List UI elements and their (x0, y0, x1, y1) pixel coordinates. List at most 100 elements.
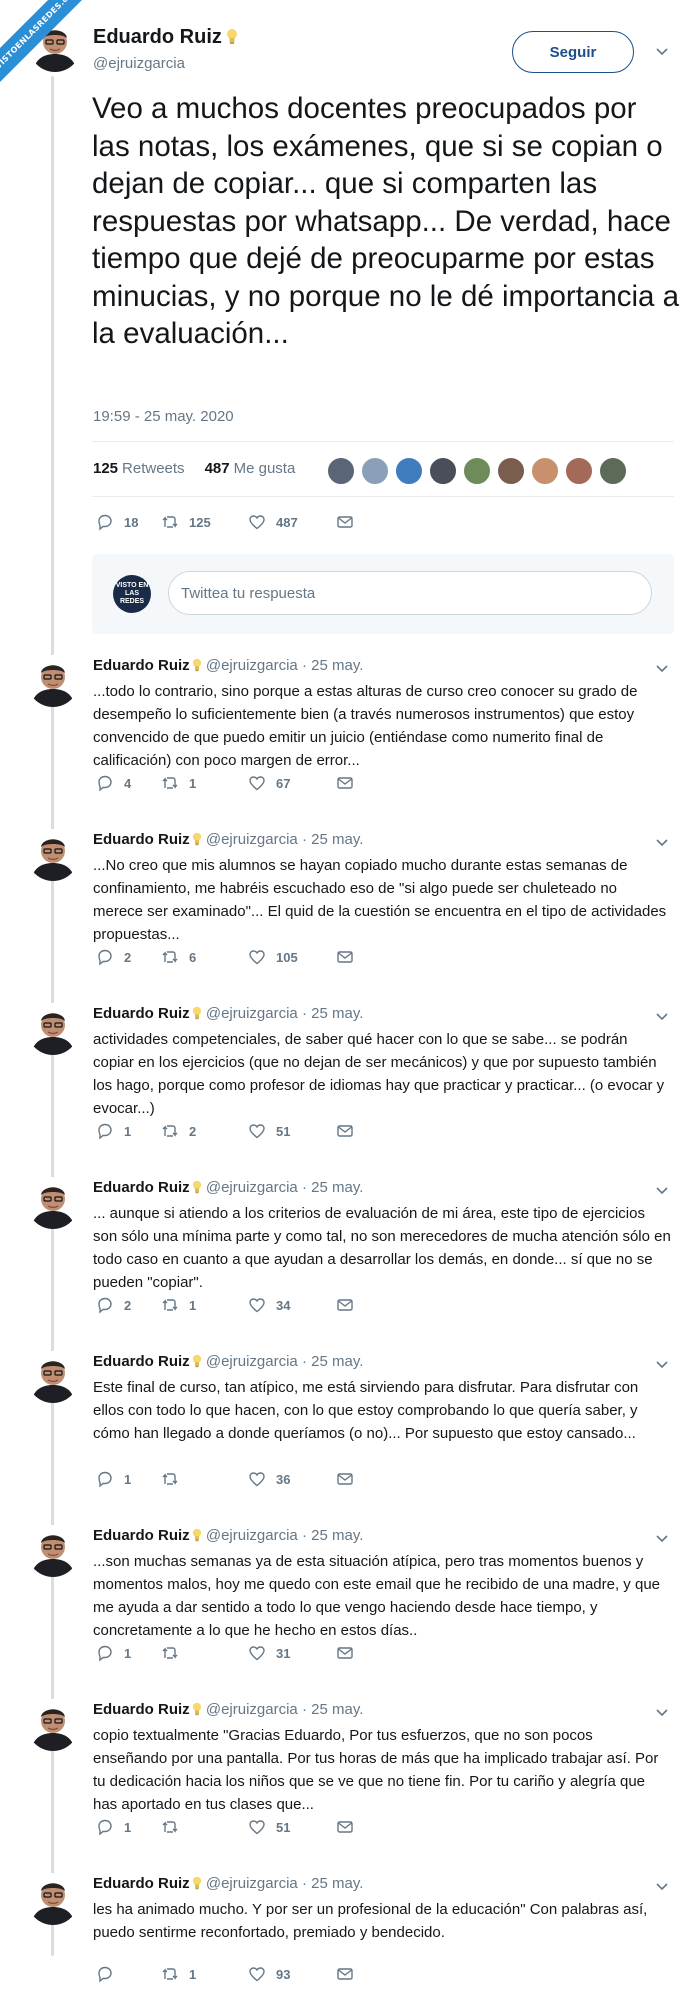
reply-button[interactable]: 4 (96, 774, 161, 792)
reply-button[interactable] (96, 1965, 161, 1983)
reply-button[interactable]: 1 (96, 1818, 161, 1836)
author-name[interactable]: Eduardo Ruiz (93, 1701, 190, 1718)
retweet-button[interactable]: 1 (161, 1965, 248, 1983)
caret-down-icon[interactable] (656, 1535, 668, 1543)
author-name[interactable]: Eduardo Ruiz (93, 1005, 190, 1022)
author-handle[interactable]: @ejruizgarcia (206, 1353, 298, 1370)
reply-button[interactable]: 18 (96, 513, 161, 531)
author-handle[interactable]: @ejruizgarcia (93, 55, 185, 72)
retweet-button[interactable]: 2 (161, 1122, 248, 1140)
author-handle[interactable]: @ejruizgarcia (206, 1179, 298, 1196)
message-button[interactable] (336, 513, 354, 531)
like-icon (249, 1472, 265, 1487)
reply-date[interactable]: 25 may. (311, 1179, 363, 1196)
avatar[interactable] (27, 1525, 79, 1577)
reply-date[interactable]: 25 may. (311, 1527, 363, 1544)
caret-down-icon[interactable] (656, 1187, 668, 1195)
caret-down-icon[interactable] (656, 1013, 668, 1021)
caret-down-icon[interactable] (656, 1709, 668, 1717)
reply-date[interactable]: 25 may. (311, 1005, 363, 1022)
author-name[interactable]: Eduardo Ruiz (93, 26, 238, 49)
like-button[interactable]: 31 (248, 1644, 336, 1662)
avatar[interactable] (27, 1351, 79, 1403)
caret-down-icon[interactable] (656, 1883, 668, 1891)
liker-avatar[interactable] (395, 457, 423, 485)
author-name[interactable]: Eduardo Ruiz (93, 1875, 190, 1892)
reply-actions: 4 1 67 (96, 774, 354, 792)
author-handle[interactable]: @ejruizgarcia (206, 1005, 298, 1022)
message-button[interactable] (336, 1122, 354, 1140)
author-handle[interactable]: @ejruizgarcia (206, 831, 298, 848)
message-button[interactable] (336, 774, 354, 792)
liker-avatar[interactable] (361, 457, 389, 485)
liker-avatar[interactable] (463, 457, 491, 485)
liker-avatar[interactable] (531, 457, 559, 485)
liker-avatar[interactable] (497, 457, 525, 485)
retweet-button[interactable] (161, 1818, 248, 1836)
liker-avatar[interactable] (327, 457, 355, 485)
message-button[interactable] (336, 1818, 354, 1836)
author-name[interactable]: Eduardo Ruiz (93, 657, 190, 674)
retweet-button[interactable]: 1 (161, 774, 248, 792)
like-button[interactable]: 36 (248, 1470, 336, 1488)
author-handle[interactable]: @ejruizgarcia (206, 1701, 298, 1718)
author-handle[interactable]: @ejruizgarcia (206, 1527, 298, 1544)
message-button[interactable] (336, 1965, 354, 1983)
retweet-button[interactable]: 6 (161, 948, 248, 966)
message-button[interactable] (336, 1644, 354, 1662)
reply-date[interactable]: 25 may. (311, 1353, 363, 1370)
reply-date[interactable]: 25 may. (311, 831, 363, 848)
author-name[interactable]: Eduardo Ruiz (93, 1353, 190, 1370)
author-handle[interactable]: @ejruizgarcia (206, 1875, 298, 1892)
like-icon (249, 776, 265, 791)
author-name[interactable]: Eduardo Ruiz (93, 1527, 190, 1544)
retweet-button[interactable] (161, 1644, 248, 1662)
reply-button[interactable]: 2 (96, 948, 161, 966)
retweet-icon (162, 1821, 178, 1833)
avatar[interactable] (27, 1177, 79, 1229)
caret-down-icon[interactable] (656, 1361, 668, 1369)
follow-button[interactable]: Seguir (512, 31, 634, 73)
like-button[interactable]: 487 (248, 513, 336, 531)
retweet-button[interactable] (161, 1470, 248, 1488)
author-name[interactable]: Eduardo Ruiz (93, 1179, 190, 1196)
reply-button[interactable]: 1 (96, 1644, 161, 1662)
retweet-button[interactable]: 1 (161, 1296, 248, 1314)
message-button[interactable] (336, 948, 354, 966)
liker-avatar[interactable] (599, 457, 627, 485)
message-button[interactable] (336, 1470, 354, 1488)
reply-date[interactable]: 25 may. (311, 657, 363, 674)
avatar[interactable] (27, 1873, 79, 1925)
liker-avatar[interactable] (429, 457, 457, 485)
reply-header: Eduardo Ruiz @ejruizgarcia · 25 may. (93, 831, 364, 848)
liker-avatar[interactable] (565, 457, 593, 485)
reply-button[interactable]: 2 (96, 1296, 161, 1314)
retweets-stat[interactable]: 125 Retweets (93, 460, 185, 477)
reply-input[interactable]: Twittea tu respuesta (168, 571, 652, 615)
reply-button[interactable]: 1 (96, 1470, 161, 1488)
caret-down-icon[interactable] (656, 665, 668, 673)
reply-date[interactable]: 25 may. (311, 1701, 363, 1718)
reply-icon (98, 1966, 112, 1983)
retweet-button[interactable]: 125 (161, 513, 248, 531)
message-button[interactable] (336, 1296, 354, 1314)
like-button[interactable]: 105 (248, 948, 336, 966)
author-name[interactable]: Eduardo Ruiz (93, 831, 190, 848)
like-button[interactable]: 93 (248, 1965, 336, 1983)
avatar[interactable] (27, 1699, 79, 1751)
like-button[interactable]: 51 (248, 1122, 336, 1140)
tweet-timestamp[interactable]: 19:59 - 25 may. 2020 (93, 408, 234, 425)
reply-header: Eduardo Ruiz @ejruizgarcia · 25 may. (93, 1005, 364, 1022)
like-button[interactable]: 67 (248, 774, 336, 792)
caret-down-icon[interactable] (656, 839, 668, 847)
reply-button[interactable]: 1 (96, 1122, 161, 1140)
author-handle[interactable]: @ejruizgarcia (206, 657, 298, 674)
likes-stat[interactable]: 487 Me gusta (205, 460, 296, 477)
avatar[interactable] (27, 655, 79, 707)
avatar[interactable] (27, 1003, 79, 1055)
reply-date[interactable]: 25 may. (311, 1875, 363, 1892)
caret-down-icon[interactable] (656, 48, 668, 56)
like-button[interactable]: 34 (248, 1296, 336, 1314)
like-button[interactable]: 51 (248, 1818, 336, 1836)
avatar[interactable] (27, 829, 79, 881)
